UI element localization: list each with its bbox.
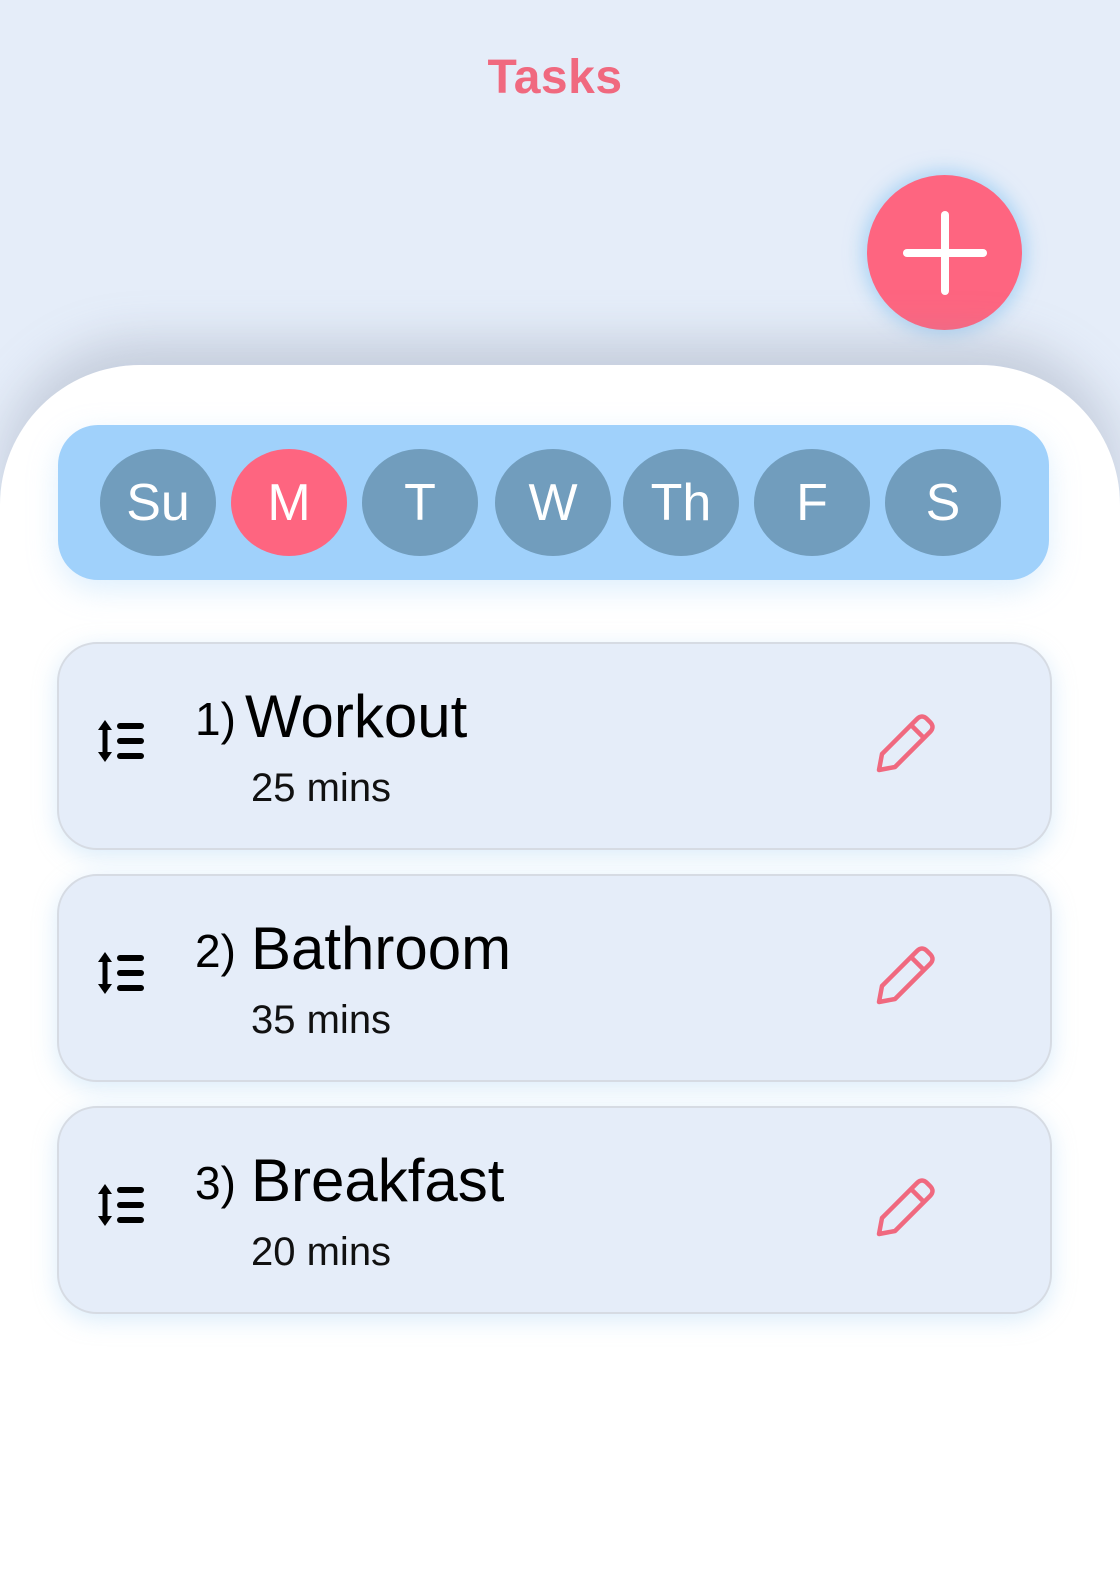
task-card[interactable]: 3) Breakfast 20 mins <box>57 1106 1052 1314</box>
task-card[interactable]: 1) Workout 25 mins <box>57 642 1052 850</box>
task-number: 1) <box>195 693 236 745</box>
task-card[interactable]: 2) Bathroom 35 mins <box>57 874 1052 1082</box>
add-task-button[interactable] <box>867 175 1022 330</box>
task-duration: 35 mins <box>251 998 392 1042</box>
day-button-saturday[interactable]: S <box>885 449 1001 556</box>
day-button-monday[interactable]: M <box>231 449 347 556</box>
page-title: Tasks <box>487 51 623 104</box>
reorder-icon[interactable] <box>97 720 147 764</box>
reorder-icon[interactable] <box>97 952 147 996</box>
pencil-icon[interactable] <box>873 712 937 776</box>
day-button-friday[interactable]: F <box>754 449 870 556</box>
task-duration: 20 mins <box>251 1230 392 1274</box>
task-name: Breakfast <box>251 1147 505 1214</box>
day-button-thursday[interactable]: Th <box>623 449 739 556</box>
task-number: 3) <box>195 1157 236 1209</box>
day-button-sunday[interactable]: Su <box>100 449 216 556</box>
pencil-icon[interactable] <box>873 944 937 1008</box>
task-name: Workout <box>245 683 468 750</box>
plus-icon <box>902 210 987 295</box>
task-number: 2) <box>195 925 236 977</box>
pencil-icon[interactable] <box>873 1176 937 1240</box>
day-button-wednesday[interactable]: W <box>495 449 611 556</box>
reorder-icon[interactable] <box>97 1184 147 1228</box>
day-button-tuesday[interactable]: T <box>362 449 478 556</box>
task-duration: 25 mins <box>251 766 392 810</box>
task-name: Bathroom <box>251 915 512 982</box>
